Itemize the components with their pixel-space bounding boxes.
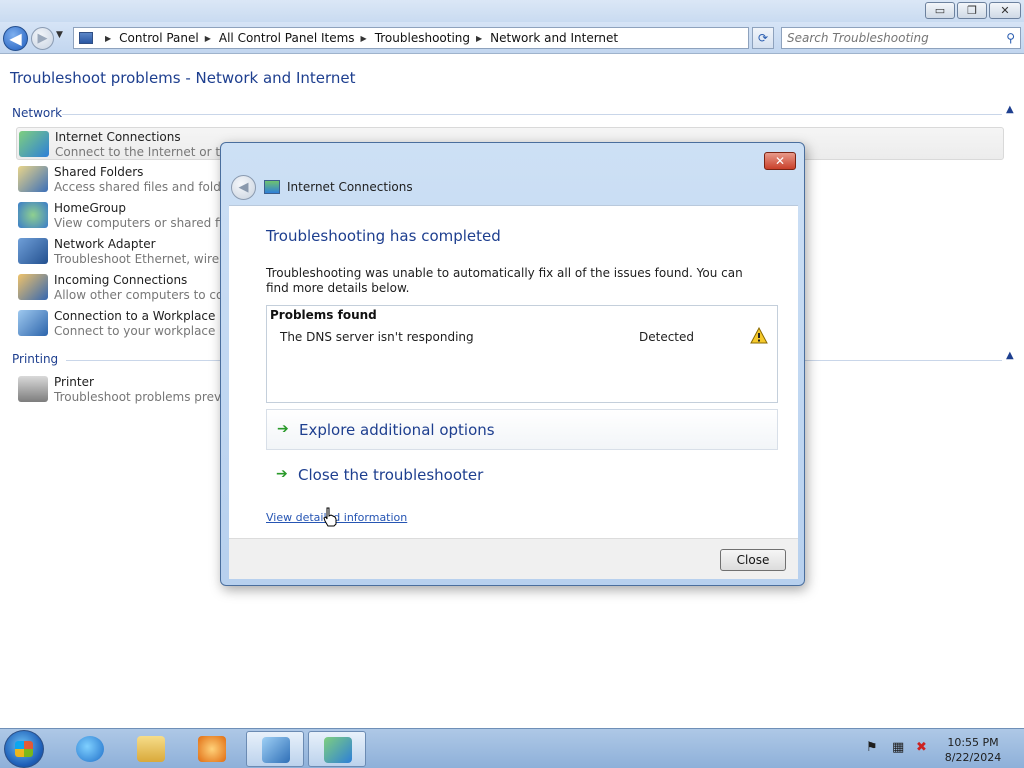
breadcrumb-network-internet[interactable]: Network and Internet <box>490 31 618 45</box>
search-input[interactable] <box>782 28 992 48</box>
back-arrow-icon: ◀ <box>9 29 22 48</box>
problems-header: Problems found <box>270 308 377 322</box>
address-bar[interactable]: ▶ Control Panel ▶ All Control Panel Item… <box>73 27 749 49</box>
breadcrumb-troubleshooting[interactable]: Troubleshooting <box>375 31 470 45</box>
taskbar-media-player[interactable] <box>183 731 241 767</box>
volume-muted-icon[interactable]: ✖ <box>916 740 932 756</box>
dialog-footer: Close <box>229 538 798 579</box>
shared-folders-icon <box>18 166 48 192</box>
close-icon: ✕ <box>1000 4 1010 17</box>
dialog-heading: Troubleshooting has completed <box>266 227 501 245</box>
control-panel-icon <box>262 737 290 763</box>
forward-arrow-icon: ▶ <box>37 31 48 46</box>
breadcrumb-separator-icon[interactable]: ▶ <box>105 34 111 43</box>
dialog-body: Troubleshooting has completed Troublesho… <box>229 205 798 538</box>
internet-connections-icon <box>264 180 280 194</box>
minimize-button[interactable]: ▭ <box>925 2 955 19</box>
green-arrow-icon: ➔ <box>277 421 289 437</box>
homegroup-icon <box>18 202 48 228</box>
breadcrumb-control-panel[interactable]: Control Panel <box>119 31 199 45</box>
close-troubleshooter-link[interactable]: ➔ Close the troubleshooter <box>266 455 778 496</box>
control-panel-icon <box>79 32 93 44</box>
windows-logo-icon <box>15 741 33 757</box>
collapse-chevron-icon[interactable]: ▲ <box>1006 104 1014 115</box>
breadcrumb-all-items[interactable]: All Control Panel Items <box>219 31 355 45</box>
action-center-flag-icon[interactable]: ⚑ <box>866 740 882 756</box>
warning-icon <box>750 327 768 344</box>
taskbar-control-panel[interactable] <box>246 731 304 767</box>
network-adapter-icon <box>18 238 48 264</box>
taskbar-internet-explorer[interactable] <box>61 731 119 767</box>
page-title: Troubleshoot problems - Network and Inte… <box>10 69 356 87</box>
taskbar-troubleshooter[interactable] <box>308 731 366 767</box>
start-button[interactable] <box>4 730 44 768</box>
search-icon[interactable]: ⚲ <box>1006 31 1015 45</box>
green-arrow-icon: ➔ <box>276 466 288 482</box>
incoming-connections-icon <box>18 274 48 300</box>
breadcrumb-separator-icon[interactable]: ▶ <box>205 34 211 43</box>
clock-date: 8/22/2024 <box>944 751 1002 764</box>
workplace-connection-icon <box>18 310 48 336</box>
dialog-back-button[interactable]: ◀ <box>231 175 256 200</box>
restore-icon: ❐ <box>967 4 977 17</box>
refresh-button[interactable]: ⟳ <box>752 27 774 49</box>
printer-icon <box>18 376 48 402</box>
minimize-icon: ▭ <box>934 4 946 17</box>
problem-status: Detected <box>639 330 695 344</box>
back-button[interactable]: ◀ <box>3 26 28 51</box>
taskbar-windows-explorer[interactable] <box>122 731 180 767</box>
clock-time: 10:55 PM <box>947 736 999 749</box>
collapse-chevron-icon[interactable]: ▲ <box>1006 350 1014 361</box>
hand-cursor-icon <box>323 507 337 527</box>
dialog-title: Internet Connections <box>287 180 413 194</box>
media-player-icon <box>198 736 226 762</box>
breadcrumb-separator-icon[interactable]: ▶ <box>361 34 367 43</box>
search-box[interactable]: ⚲ <box>781 27 1021 49</box>
group-heading-network[interactable]: Network ▲ <box>12 104 1014 120</box>
recent-pages-dropdown[interactable]: ▼ <box>56 30 63 40</box>
close-button[interactable]: Close <box>720 549 786 571</box>
window-titlebar: ▭ ❐ ✕ <box>0 0 1024 22</box>
internet-explorer-icon <box>76 736 104 762</box>
system-clock[interactable]: 10:55 PM 8/22/2024 <box>940 735 1006 765</box>
network-icon[interactable]: ▦ <box>892 740 908 756</box>
problem-name[interactable]: The DNS server isn't responding <box>280 330 474 344</box>
breadcrumb-separator-icon[interactable]: ▶ <box>476 34 482 43</box>
internet-connections-icon <box>19 131 49 157</box>
troubleshooter-dialog: ✕ ◀ Internet Connections Troubleshooting… <box>220 142 805 586</box>
restore-button[interactable]: ❐ <box>957 2 987 19</box>
refresh-icon: ⟳ <box>757 31 769 45</box>
back-arrow-icon: ◀ <box>238 180 249 195</box>
forward-button[interactable]: ▶ <box>31 27 54 50</box>
troubleshooter-icon <box>324 737 352 763</box>
close-icon: ✕ <box>774 154 786 168</box>
group-divider <box>62 114 1002 115</box>
navigation-bar: ◀ ▶ ▼ ▶ Control Panel ▶ All Control Pane… <box>0 22 1024 54</box>
close-window-button[interactable]: ✕ <box>989 2 1021 19</box>
dialog-message: Troubleshooting was unable to automatica… <box>266 266 743 295</box>
explore-options-link[interactable]: ➔ Explore additional options <box>266 409 778 450</box>
problems-list: Problems found The DNS server isn't resp… <box>266 305 778 403</box>
windows-explorer-icon <box>137 736 165 762</box>
dialog-close-button[interactable]: ✕ <box>764 152 796 170</box>
